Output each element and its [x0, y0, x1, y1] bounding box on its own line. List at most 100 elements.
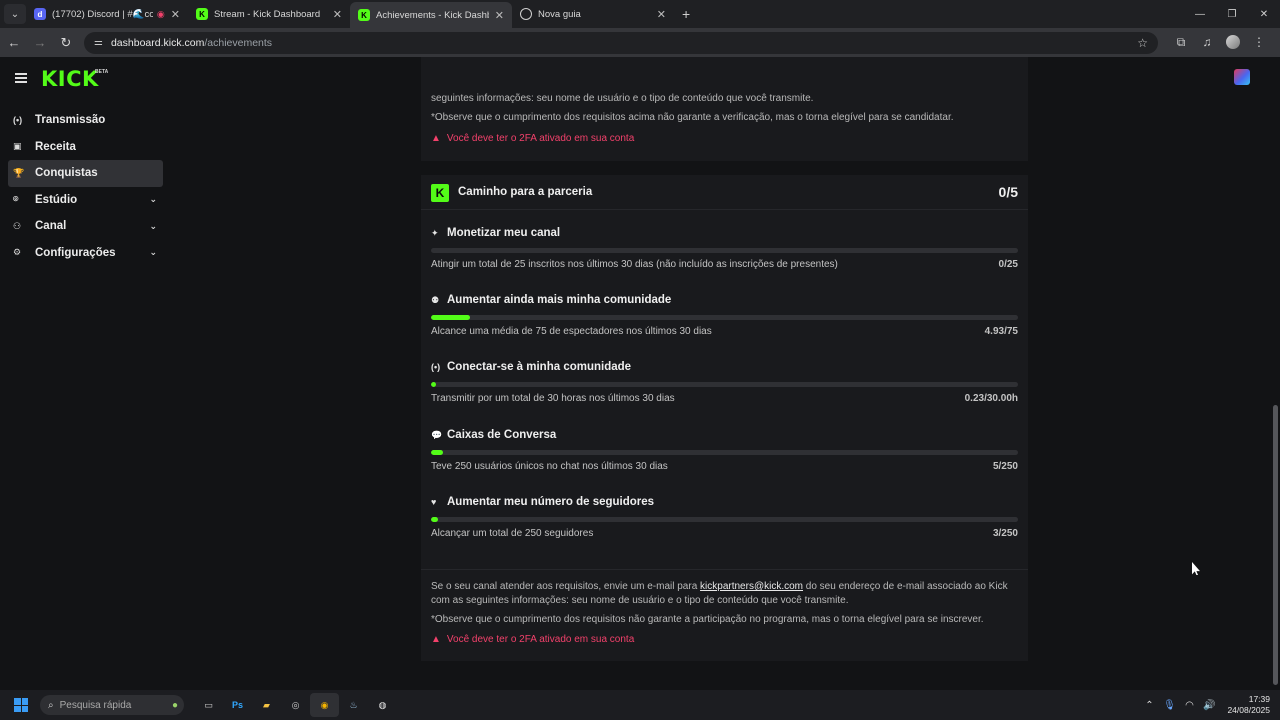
sidebar-item-label: Conquistas	[35, 167, 98, 180]
partner-email-link[interactable]: kickpartners@kick.com	[700, 581, 803, 592]
channel-icon: ⚇	[13, 220, 22, 231]
sidebar-item-label: Estúdio	[35, 193, 78, 206]
task-title: Caixas de Conversa	[447, 429, 557, 441]
microphone-icon[interactable]: 🎙	[1159, 700, 1179, 711]
tab-title: Stream - Kick Dashboard	[214, 8, 321, 20]
twofa-warning: ▲ Você deve ter o 2FA ativado em sua con…	[431, 634, 634, 645]
achievement-task: 💬 Caixas de Conversa Teve 250 usuários úni…	[431, 429, 1018, 477]
sparkle-icon: ✦	[431, 227, 439, 238]
media-controls-icon[interactable]: ♫	[1194, 35, 1220, 50]
kick-icon: K	[358, 9, 370, 21]
browser-tab-strip: ⌄ d (17702) Discord | #🌊colocar ◉ ✕ K St…	[0, 0, 1280, 28]
task-progress-value: 5/250	[992, 461, 1018, 472]
recording-icon: ◉	[156, 8, 165, 19]
site-settings-icon[interactable]: ⚌	[94, 37, 103, 48]
chevron-down-icon[interactable]: ⌄	[149, 247, 157, 258]
tab-new-tab[interactable]: Nova guia ✕	[512, 0, 674, 28]
close-icon[interactable]: ✕	[657, 8, 666, 21]
chrome-icon[interactable]: ◉	[310, 693, 339, 717]
chevron-down-icon[interactable]: ⌄	[149, 194, 157, 205]
revenue-icon: ▣	[13, 141, 22, 152]
task-view-icon[interactable]: ▭	[194, 693, 223, 717]
sidebar-item-conquistas[interactable]: 🏆 Conquistas	[8, 160, 163, 187]
obs-icon[interactable]: ◍	[368, 693, 397, 717]
sidebar-item-configuracoes[interactable]: ⚙ Configurações ⌄	[8, 240, 163, 267]
sidebar-item-transmissao[interactable]: (•) Transmissão	[8, 107, 163, 134]
sidebar-item-canal[interactable]: ⚇ Canal ⌄	[8, 213, 163, 240]
back-arrow-icon[interactable]: ←	[2, 31, 26, 55]
tab-stream-dashboard[interactable]: K Stream - Kick Dashboard ✕	[188, 0, 350, 28]
kebab-menu-icon[interactable]: ⋮	[1246, 35, 1272, 50]
task-title-row: ✦ Monetizar meu canal	[431, 227, 560, 239]
partner-footer-note: *Observe que o cumprimento dos requisito…	[431, 614, 984, 625]
volume-icon[interactable]: 🔊	[1199, 700, 1219, 711]
sidebar-item-estudio[interactable]: ⌾ Estúdio ⌄	[8, 187, 163, 214]
partner-path-card: K Caminho para a parceria 0/5 ✦ Monetizar…	[421, 175, 1028, 661]
file-explorer-icon[interactable]: ▰	[252, 693, 281, 717]
task-title: Aumentar ainda mais minha comunidade	[447, 294, 672, 306]
close-window-icon[interactable]: ✕	[1248, 0, 1280, 28]
tab-achievements[interactable]: K Achievements - Kick Dashboard ✕	[350, 2, 512, 28]
hamburger-menu-icon[interactable]	[15, 73, 27, 83]
steam-icon[interactable]: ♨	[339, 693, 368, 717]
bookmark-star-icon[interactable]: ☆	[1137, 36, 1148, 50]
task-progress-fill	[431, 517, 439, 522]
warning-text: Você deve ter o 2FA ativado em sua conta	[446, 634, 635, 645]
sidebar-item-receita[interactable]: ▣ Receita	[8, 134, 163, 161]
task-progress-fill	[431, 450, 443, 455]
footer-text-pre: Se o seu canal atender aos requisitos, e…	[431, 581, 701, 592]
close-icon[interactable]: ✕	[495, 9, 504, 22]
task-description: Teve 250 usuários únicos no chat nos últ…	[431, 461, 668, 472]
chevron-down-icon[interactable]: ⌄	[149, 221, 157, 232]
search-placeholder: Pesquisa rápida	[59, 699, 132, 711]
new-tab-plus-icon[interactable]: +	[682, 6, 690, 22]
sidebar-item-label: Transmissão	[35, 114, 106, 127]
clock-date: 24/08/2025	[1227, 705, 1270, 715]
app-icon[interactable]: ◎	[281, 693, 310, 717]
forward-arrow-icon[interactable]: →	[28, 31, 52, 55]
kick-icon: K	[431, 184, 449, 202]
windows-start-icon[interactable]	[14, 698, 28, 712]
address-bar-row: ← → ↻ ⚌ dashboard.kick.com/achievements …	[0, 28, 1280, 57]
task-progress-fill	[431, 315, 470, 320]
tab-search-chevron-icon[interactable]: ⌄	[4, 4, 26, 24]
reload-icon[interactable]: ↻	[54, 31, 78, 55]
beta-badge: BETA	[95, 69, 109, 75]
verification-card: seguintes informações: seu nome de usuár…	[421, 57, 1028, 161]
task-description: Alcance uma média de 75 de espectadores …	[431, 326, 712, 337]
taskbar-search-input[interactable]: ⌕ Pesquisa rápida ●	[40, 695, 184, 715]
restore-icon[interactable]: ❐	[1216, 0, 1248, 28]
user-avatar[interactable]	[1234, 69, 1250, 85]
close-icon[interactable]: ✕	[333, 8, 342, 21]
achievement-task: (•) Conectar-se à minha comunidade Transmi…	[431, 361, 1018, 409]
profile-avatar[interactable]	[1220, 35, 1246, 50]
sidebar-item-label: Receita	[35, 140, 76, 153]
chrome-icon	[520, 8, 532, 20]
url-input[interactable]: ⚌ dashboard.kick.com/achievements ☆	[84, 31, 1158, 54]
extensions-puzzle-icon[interactable]: ⧉	[1168, 35, 1194, 50]
tab-title: Achievements - Kick Dashboard	[376, 9, 489, 21]
task-title-row: ♥ Aumentar meu número de seguidores	[431, 496, 654, 508]
task-progress-bar	[431, 450, 1018, 455]
chevron-up-icon[interactable]: ⌃	[1139, 700, 1159, 711]
kick-icon: K	[196, 8, 208, 20]
trophy-icon: 🏆	[13, 167, 25, 178]
sidebar-item-label: Configurações	[35, 246, 116, 259]
footer-text-line2: com as seguintes informações: seu nome d…	[431, 595, 849, 606]
partner-card-header: K Caminho para a parceria 0/5	[421, 175, 1028, 210]
tab-discord[interactable]: d (17702) Discord | #🌊colocar ◉ ✕	[26, 0, 188, 28]
close-icon[interactable]: ✕	[171, 8, 180, 21]
minimize-icon[interactable]: —	[1184, 0, 1216, 28]
url-path: /achievements	[204, 36, 273, 49]
task-progress-value: 3/250	[992, 528, 1018, 539]
task-progress-value: 0/25	[998, 259, 1018, 270]
photoshop-icon[interactable]: Ps	[223, 693, 252, 717]
page-scrollbar[interactable]	[1273, 405, 1278, 685]
footer-text-post: do seu endereço de e-mail associado ao K…	[803, 581, 1008, 592]
wifi-icon[interactable]: ◠	[1179, 700, 1199, 711]
achievement-task: ⚉ Aumentar ainda mais minha comunidade Alc…	[431, 294, 1018, 342]
clock[interactable]: 17:39 24/08/2025	[1227, 694, 1270, 716]
twofa-warning: ▲ Você deve ter o 2FA ativado em sua con…	[431, 133, 634, 144]
kick-logo[interactable]: KICK	[41, 67, 99, 91]
task-progress-value: 0.23/30.00h	[964, 393, 1018, 404]
